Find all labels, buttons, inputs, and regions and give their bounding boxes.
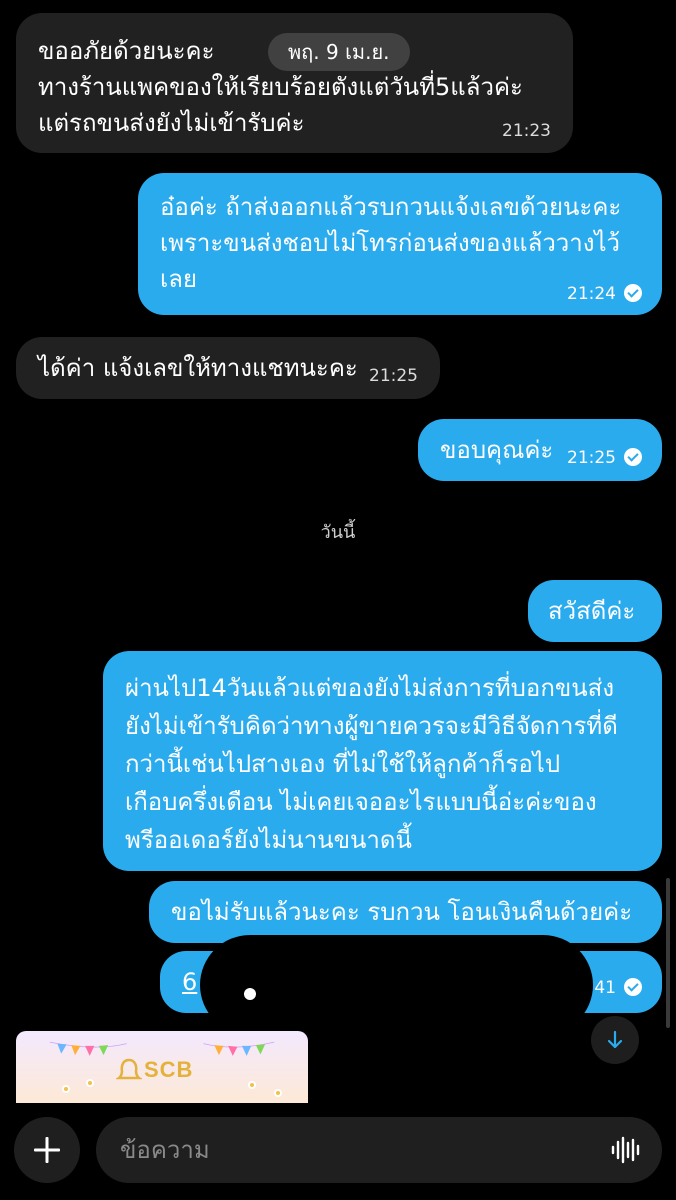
message-text: ขอไม่รับแล้วนะคะ รบกวน โอนเงินคืนด้วยค่ะ <box>171 898 633 926</box>
message-input[interactable]: ข้อความ <box>96 1117 662 1183</box>
flower-decoration <box>62 1079 282 1097</box>
bunting-decoration <box>49 1041 275 1056</box>
scb-banner-image[interactable]: SCB <box>16 1031 308 1103</box>
message-input-placeholder: ข้อความ <box>120 1136 210 1164</box>
scrollbar[interactable] <box>666 878 670 1028</box>
check-circle-icon <box>624 284 642 302</box>
message-outgoing[interactable]: ผ่านไป14วันแล้วแต่ของยังไม่ส่งการที่บอกข… <box>103 651 662 871</box>
redaction-dot <box>244 988 256 1000</box>
message-incoming[interactable]: ได้ค่า แจ้งเลขให้ทางแชทนะคะ 21:25 <box>16 337 440 399</box>
message-text: ขอบคุณค่ะ <box>440 436 554 464</box>
message-time: 21:24 <box>567 284 642 304</box>
message-text: อ๋อค่ะ ถ้าส่งออกแล้วรบกวนแจ้งเลขด้วยนะคะ… <box>160 193 622 293</box>
date-pill: พฤ. 9 เม.ย. <box>268 33 410 71</box>
message-time: 21:23 <box>502 121 551 141</box>
message-outgoing[interactable]: ขอไม่รับแล้วนะคะ รบกวน โอนเงินคืนด้วยค่ะ <box>149 881 662 943</box>
message-time: 21:25 <box>369 366 418 386</box>
message-time: 21:25 <box>567 448 642 468</box>
today-divider: วันนี้ <box>320 522 356 543</box>
message-text: สวัสดีค่ะ <box>548 597 636 625</box>
check-circle-icon <box>624 978 642 996</box>
message-time: 41 <box>594 978 642 998</box>
message-text: ได้ค่า แจ้งเลขให้ทางแชทนะคะ <box>38 354 358 382</box>
message-outgoing[interactable]: ขอบคุณค่ะ 21:25 <box>418 419 662 481</box>
redaction-overlay <box>200 935 593 1035</box>
arrow-down-icon <box>607 1030 623 1049</box>
voice-wave-icon[interactable] <box>610 1135 640 1165</box>
add-attachment-button[interactable] <box>14 1117 80 1183</box>
message-outgoing[interactable]: อ๋อค่ะ ถ้าส่งออกแล้วรบกวนแจ้งเลขด้วยนะคะ… <box>138 173 662 315</box>
check-circle-icon <box>624 448 642 466</box>
message-text: ผ่านไป14วันแล้วแต่ของยังไม่ส่งการที่บอกข… <box>125 674 618 854</box>
message-outgoing[interactable]: สวัสดีค่ะ <box>528 580 662 642</box>
scroll-down-button[interactable] <box>591 1016 639 1064</box>
message-text: 6 <box>182 968 198 996</box>
